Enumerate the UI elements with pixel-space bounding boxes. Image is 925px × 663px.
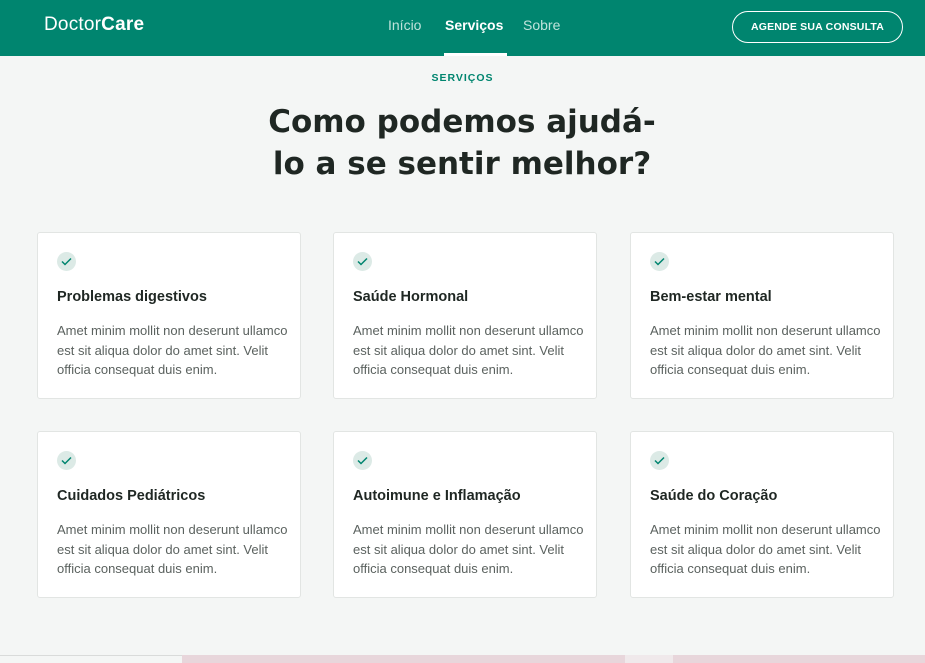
card-title: Bem-estar mental bbox=[650, 289, 772, 305]
nav-link-inicio[interactable]: Início bbox=[388, 17, 421, 33]
card-title: Cuidados Pediátricos bbox=[57, 488, 206, 504]
card-title: Autoimune e Inflamação bbox=[353, 488, 521, 504]
book-appointment-button[interactable]: AGENDE SUA CONSULTA bbox=[732, 11, 903, 43]
card-text: Amet minim mollit non deserunt ullamco e… bbox=[353, 522, 584, 576]
card-title: Problemas digestivos bbox=[57, 289, 207, 305]
next-section-edge-mid bbox=[625, 655, 673, 663]
check-icon bbox=[57, 252, 76, 271]
card-title: Saúde Hormonal bbox=[353, 289, 469, 305]
logo-regular: Doctor bbox=[44, 14, 102, 35]
check-icon bbox=[353, 451, 372, 470]
service-card-pediatric[interactable]: Cuidados Pediátricos Amet minim mollit n… bbox=[37, 431, 301, 598]
card-text: Amet minim mollit non deserunt ullamco e… bbox=[57, 323, 288, 377]
check-icon bbox=[650, 252, 669, 271]
check-icon bbox=[353, 252, 372, 271]
navbar: DoctorCare Início Serviços Sobre AGENDE … bbox=[0, 0, 925, 56]
service-card-mental[interactable]: Bem-estar mental Amet minim mollit non d… bbox=[630, 232, 894, 399]
active-nav-underline bbox=[444, 53, 507, 56]
heading-line-1: Como podemos ajudá- bbox=[268, 104, 656, 140]
section-eyebrow: SERVIÇOS bbox=[431, 72, 494, 84]
nav-link-servicos[interactable]: Serviços bbox=[445, 17, 503, 33]
service-card-heart[interactable]: Saúde do Coração Amet minim mollit non d… bbox=[630, 431, 894, 598]
next-section-edge-left bbox=[0, 655, 182, 663]
heading-line-2: lo a se sentir melhor? bbox=[272, 146, 652, 182]
logo-bold: Care bbox=[101, 14, 145, 35]
section-heading: Como podemos ajudá- lo a se sentir melho… bbox=[262, 101, 662, 185]
card-text: Amet minim mollit non deserunt ullamco e… bbox=[353, 323, 584, 377]
card-title: Saúde do Coração bbox=[650, 488, 778, 504]
check-icon bbox=[650, 451, 669, 470]
service-card-autoimmune[interactable]: Autoimune e Inflamação Amet minim mollit… bbox=[333, 431, 597, 598]
service-card-digestive[interactable]: Problemas digestivos Amet minim mollit n… bbox=[37, 232, 301, 399]
next-section-edge bbox=[0, 655, 925, 663]
service-card-hormonal[interactable]: Saúde Hormonal Amet minim mollit non des… bbox=[333, 232, 597, 399]
logo[interactable]: DoctorCare bbox=[44, 14, 144, 36]
card-text: Amet minim mollit non deserunt ullamco e… bbox=[57, 522, 288, 576]
nav-link-sobre[interactable]: Sobre bbox=[523, 17, 560, 33]
card-text: Amet minim mollit non deserunt ullamco e… bbox=[650, 323, 881, 377]
card-text: Amet minim mollit non deserunt ullamco e… bbox=[650, 522, 881, 576]
check-icon bbox=[57, 451, 76, 470]
